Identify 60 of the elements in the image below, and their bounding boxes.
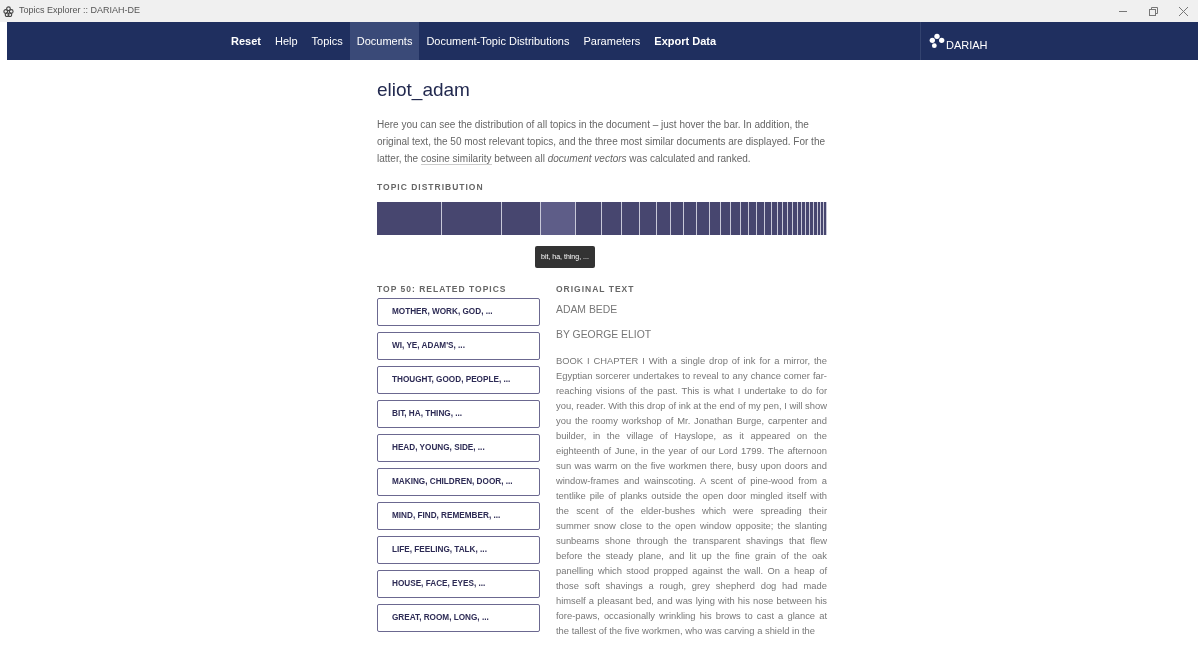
book-title: ADAM BEDE: [556, 302, 619, 317]
window-title: Topics Explorer :: DARIAH-DE: [19, 4, 141, 18]
bar-segment[interactable]: [814, 201, 818, 235]
bar-segment[interactable]: [806, 201, 811, 235]
nav-link[interactable]: Documents: [349, 22, 420, 60]
minimize-icon: [1119, 10, 1127, 12]
topic-button[interactable]: HOUSE, FACE, EYES, ...: [377, 569, 540, 598]
topic-button[interactable]: THOUGHT, GOOD, PEOPLE, ...: [377, 365, 540, 394]
bar-segment[interactable]: [771, 201, 778, 235]
bar-segment[interactable]: [797, 201, 802, 235]
document-title: eliot_adam: [377, 78, 471, 103]
topic-button[interactable]: HEAD, YOUNG, SIDE, ...: [377, 433, 540, 462]
bar-segment[interactable]: [709, 201, 721, 235]
restore-icon: [1148, 6, 1158, 16]
book-author: BY GEORGE ELIOT: [556, 328, 653, 343]
bar-segment[interactable]: [783, 201, 789, 235]
bar-segment[interactable]: [788, 201, 794, 235]
nav-link[interactable]: Document-Topic Distributions: [419, 22, 577, 60]
bar-segment[interactable]: [764, 201, 772, 235]
nav-link[interactable]: Reset: [224, 22, 268, 60]
topic-button[interactable]: BIT, HA, THING, ...: [377, 399, 540, 428]
bar-segment[interactable]: [720, 201, 732, 235]
section-heading: ORIGINAL TEXT: [556, 282, 636, 296]
section-heading: TOPIC DISTRIBUTION: [377, 181, 485, 194]
bar-segment[interactable]: [684, 201, 698, 235]
flower-icon: [929, 33, 945, 49]
close-icon: [1178, 6, 1188, 16]
bar-segment[interactable]: [377, 201, 442, 235]
nav-link[interactable]: Help: [267, 22, 305, 60]
bar-segment[interactable]: [541, 201, 577, 235]
nav-link[interactable]: Export Data: [647, 22, 724, 60]
original-text: BOOK I CHAPTER I With a single drop of ink for a mirror, the Egyptian sorcerer undertakes to reveal to any chance comer far-reaching visions of the past. This is what I undertake to do for you, reader. With this drop of ink at the end of my pen, I will show you the roomy workshop of Mr. Jonathan Burge, carpenter and builder, in the village of Hayslope, as it appeared on the eighteenth of June, in the year of our Lord 1799. The afternoon sun was warm on the five workmen there, busy upon doors and window-frames and wainscoting. A scent of pine-wood from a tentlike pile of planks outside the open door mingled itself with the scent of the elder-bushes which were spreading their summer snow close to the open window opposite; the slanting sunbeams shone through the transparent shavings that flew before the steady plane, and lit up the fine grain of the oak panelling which stood propped against the wall. On a heap of those soft shavings a rough, grey shepherd dog had made himself a pleasant bed, and was lying with his nose between his fore-paws, occasionally wrinkling his brows to cast a glance at the tallest of the five workmen, who was carving a shield in the: [556, 353, 827, 638]
topic-button[interactable]: MAKING, CHILDREN, DOOR, ...: [377, 467, 540, 496]
topic-button[interactable]: MOTHER, WORK, GOD, ...: [377, 297, 540, 326]
bar-segment[interactable]: [740, 201, 750, 235]
logo-text: DARIAH: [946, 37, 988, 53]
bar-segment[interactable]: [810, 201, 815, 235]
bar-segment[interactable]: [749, 201, 758, 235]
nav-link[interactable]: Parameters: [576, 22, 648, 60]
nav-link[interactable]: Topics: [304, 22, 350, 60]
topic-button[interactable]: WI, YE, ADAM'S, ...: [377, 331, 540, 360]
bar-segment[interactable]: [501, 201, 542, 235]
bar-segment[interactable]: [601, 201, 622, 235]
topic-button[interactable]: MIND, FIND, REMEMBER, ...: [377, 501, 540, 530]
bar-segment[interactable]: [441, 201, 502, 235]
section-heading: TOP 50: RELATED TOPICS: [377, 282, 508, 296]
bar-segment[interactable]: [793, 201, 798, 235]
bar-segment[interactable]: [824, 201, 827, 235]
bar-segment[interactable]: [801, 201, 807, 235]
logo[interactable]: DARIAH: [920, 22, 988, 60]
cosine-similarity-link[interactable]: cosine similarity: [420, 153, 492, 165]
bar-segment[interactable]: [697, 201, 710, 235]
intro-paragraph: Here you can see the distribution of all topics in the document – just hover the bar. In addition, the original text, the 50 most relevant topics, and the three most similar documents are displayed. For the latter, the cosine similarity between all document vectors was calculated and ranked.: [377, 118, 826, 167]
flower-icon: [3, 5, 14, 17]
topic-button[interactable]: LIFE, FEELING, TALK, ...: [377, 535, 540, 564]
bar-segment[interactable]: [757, 201, 765, 235]
topic-button[interactable]: GREAT, ROOM, LONG, ...: [377, 603, 540, 632]
bar-segment[interactable]: [576, 201, 602, 235]
bar-segment[interactable]: [821, 201, 825, 235]
bar-segment[interactable]: [731, 201, 741, 235]
